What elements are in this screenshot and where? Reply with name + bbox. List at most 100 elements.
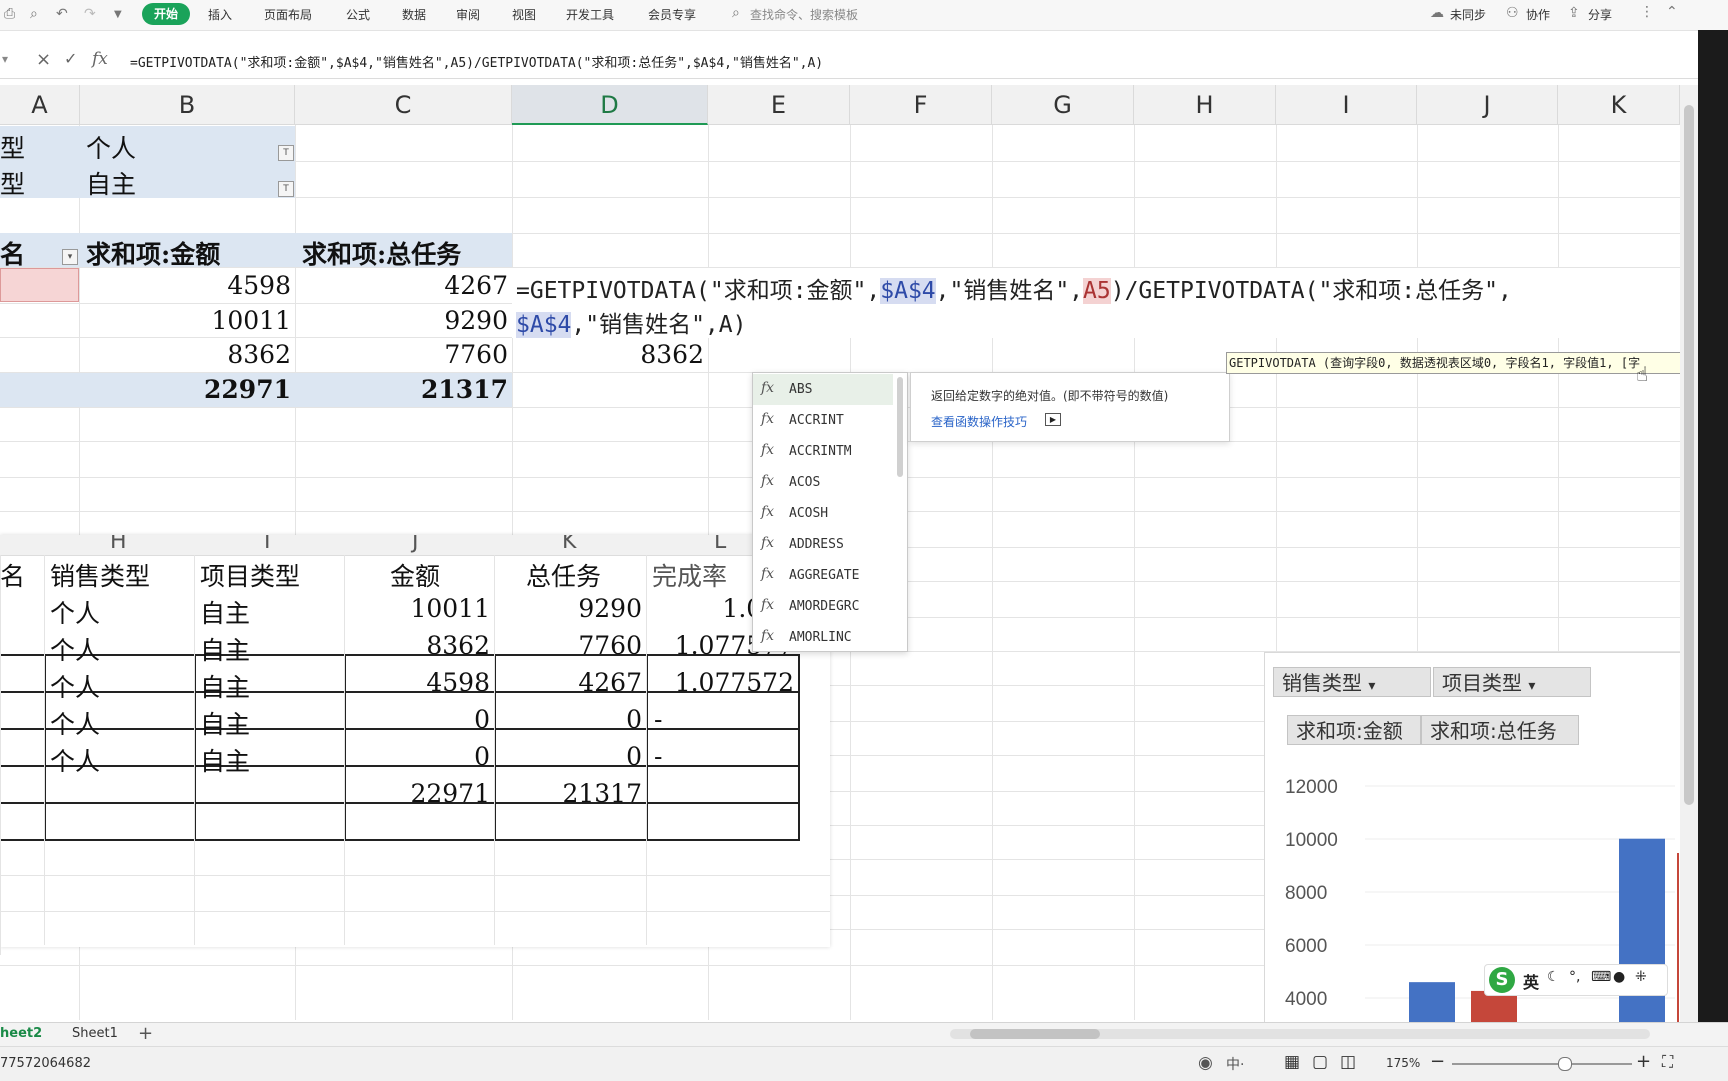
table-cell[interactable]: 0 [496, 742, 642, 771]
filter-icon[interactable]: T [278, 145, 294, 161]
column-header-b[interactable]: B [80, 85, 295, 125]
table-cell[interactable]: 0 [496, 705, 642, 734]
autocomplete-item[interactable]: fx ACCRINTM [753, 436, 893, 467]
column-header-f[interactable]: F [850, 85, 992, 125]
autocomplete-item[interactable]: fx ACCRINT [753, 405, 893, 436]
horizontal-scroll-thumb[interactable] [970, 1029, 1100, 1039]
page-layout-view-icon[interactable]: ▢ [1312, 1052, 1328, 1072]
column-header-j[interactable]: J [1417, 85, 1558, 125]
table-cell[interactable]: 8362 [346, 631, 490, 660]
table-cell[interactable]: 个人 [50, 705, 100, 741]
filter-icon[interactable]: T [278, 181, 294, 197]
vertical-scrollbar[interactable] [1680, 85, 1698, 1022]
table-cell[interactable]: 0 [346, 705, 490, 734]
add-sheet-button[interactable]: + [138, 1023, 153, 1044]
zoom-out-button[interactable]: − [1430, 1051, 1445, 1072]
pivot-filter1-value[interactable]: 个人 [86, 129, 136, 165]
customize-dropdown-icon[interactable]: ▼ [114, 9, 122, 20]
zoom-in-button[interactable]: + [1636, 1051, 1651, 1072]
column-header-g[interactable]: G [992, 85, 1134, 125]
table-cell[interactable]: 自主 [200, 631, 250, 667]
column-header-d[interactable]: D [512, 85, 708, 125]
table-cell[interactable]: 9290 [496, 594, 642, 623]
video-icon[interactable]: ▶ [1045, 413, 1061, 426]
autocomplete-item[interactable]: fx AMORLINC [753, 622, 893, 653]
moon-icon[interactable]: ☾ [1547, 969, 1560, 985]
input-mode-icon[interactable]: 中· [1226, 1054, 1244, 1074]
pivot-amount-cell[interactable]: 10011 [86, 306, 291, 335]
vertical-scroll-thumb[interactable] [1684, 105, 1694, 805]
keyboard-icon[interactable]: ⌨ [1591, 969, 1611, 985]
table-cell[interactable]: 0 [346, 742, 490, 771]
table-cell[interactable]: 个人 [50, 631, 100, 667]
column-header-k[interactable]: K [562, 535, 576, 554]
tab-formulas[interactable]: 公式 [346, 6, 370, 23]
cell-editor[interactable]: =GETPIVOTDATA("求和项:金额",$A$4,"销售姓名",A5)/G… [512, 268, 1680, 338]
zoom-slider-thumb[interactable] [1558, 1057, 1572, 1071]
user-icon[interactable]: ● [1613, 969, 1625, 985]
tab-data[interactable]: 数据 [402, 6, 426, 23]
pivot-total-task[interactable]: 21317 [302, 375, 508, 404]
table-cell[interactable]: 1.077572 [648, 668, 794, 697]
column-header-l[interactable]: L [714, 535, 726, 554]
autocomplete-item[interactable]: fx AGGREGATE [753, 560, 893, 591]
d-column-cell[interactable]: 8362 [512, 340, 704, 369]
tab-start[interactable]: 开始 [142, 3, 190, 25]
page-break-view-icon[interactable]: ◫ [1340, 1052, 1356, 1072]
eye-icon[interactable]: ◉ [1198, 1053, 1213, 1073]
table-cell[interactable]: 4598 [346, 668, 490, 697]
autocomplete-item[interactable]: fx ACOS [753, 467, 893, 498]
autocomplete-item[interactable]: fx ADDRESS [753, 529, 893, 560]
tab-review[interactable]: 审阅 [456, 6, 480, 23]
formula-input[interactable]: =GETPIVOTDATA("求和项:金额",$A$4,"销售姓名",A5)/G… [130, 52, 823, 71]
ime-language[interactable]: 英 [1523, 969, 1539, 993]
table-cell[interactable]: 个人 [50, 668, 100, 704]
sheet-tab[interactable]: Sheet1 [72, 1026, 118, 1041]
dropdown-icon[interactable]: ▾ [62, 249, 78, 265]
pivot-task-cell[interactable]: 7760 [302, 340, 508, 369]
pivot-amount-cell[interactable]: 8362 [86, 340, 291, 369]
sheet-tab-active[interactable]: heet2 [0, 1026, 42, 1041]
tab-view[interactable]: 视图 [512, 6, 536, 23]
preview-icon[interactable]: ⌕ [30, 6, 38, 22]
autocomplete-item[interactable]: fx ACOSH [753, 498, 893, 529]
table-cell[interactable]: 自主 [200, 668, 250, 704]
zoom-slider[interactable] [1452, 1063, 1632, 1065]
pivot-filter2-value[interactable]: 自主 [86, 165, 136, 201]
table-cell[interactable]: - [654, 742, 662, 771]
collab-button[interactable]: 协作 [1526, 6, 1550, 23]
horizontal-scrollbar[interactable] [950, 1029, 1650, 1039]
pivot-amount-cell[interactable]: 4598 [86, 271, 291, 300]
autocomplete-scrollbar[interactable] [897, 377, 903, 477]
column-header-c[interactable]: C [295, 85, 512, 125]
undo-icon[interactable]: ↶ [56, 6, 68, 22]
pivot-task-cell[interactable]: 9290 [302, 306, 508, 335]
ime-logo-icon[interactable]: S [1489, 967, 1515, 993]
chart-bar[interactable] [1409, 982, 1455, 1023]
normal-view-icon[interactable]: ▦ [1284, 1052, 1300, 1072]
column-header-k[interactable]: K [1558, 85, 1680, 125]
table-cell[interactable]: 个人 [50, 742, 100, 778]
pivot-total-amount[interactable]: 22971 [86, 375, 291, 404]
grid-menu-icon[interactable]: ⁜ [1635, 969, 1647, 985]
column-header-e[interactable]: E [708, 85, 850, 125]
column-header-h[interactable]: H [1134, 85, 1276, 125]
redo-icon[interactable]: ↷ [84, 6, 96, 22]
column-header-i[interactable]: I [264, 535, 271, 554]
table-cell[interactable]: 自主 [200, 594, 250, 630]
command-search[interactable]: 查找命令、搜索模板 [750, 6, 858, 23]
share-button[interactable]: 分享 [1588, 6, 1612, 23]
table-cell[interactable]: - [654, 705, 662, 734]
function-tips-link[interactable]: 查看函数操作技巧 [931, 413, 1027, 430]
cancel-button[interactable]: × [36, 49, 51, 70]
more-icon[interactable]: ⋮ [1640, 4, 1654, 20]
print-icon[interactable]: ⎙ [4, 6, 15, 22]
referenced-cell-a5[interactable] [0, 268, 79, 302]
autocomplete-item[interactable]: fx ABS [753, 374, 893, 405]
table-cell[interactable]: 自主 [200, 742, 250, 778]
sync-status[interactable]: 未同步 [1450, 6, 1486, 23]
table-cell[interactable]: 10011 [346, 594, 490, 623]
ime-toolbar[interactable]: S 英 ☾ °, ⌨ ● ⁜ [1484, 964, 1668, 996]
fullscreen-icon[interactable]: ⛶ [1662, 1052, 1673, 1072]
table-total-amount[interactable]: 22971 [346, 779, 490, 808]
